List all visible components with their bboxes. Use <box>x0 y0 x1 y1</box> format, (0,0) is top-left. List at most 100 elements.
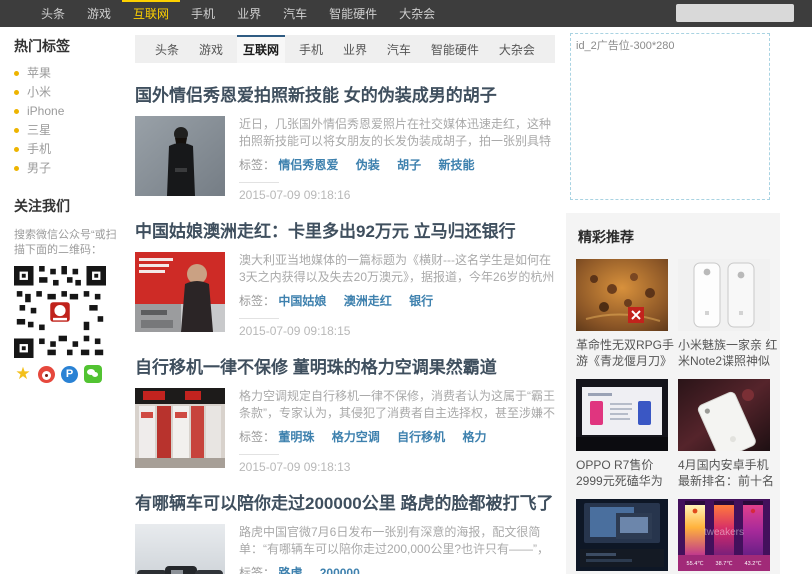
article-thumbnail[interactable] <box>135 388 225 468</box>
thermal-temp: 55.4℃ <box>687 560 704 567</box>
article-timestamp: 2015-07-09 09:18:13 <box>239 460 555 474</box>
tag-label: 苹果 <box>27 68 51 79</box>
tags-label: 标签： <box>239 294 275 308</box>
article-tag-link[interactable]: 情侣秀恩爱 <box>278 158 338 172</box>
recommendations-panel: 精彩推荐 革命性无双RPG手游《青龙偃月刀》官网正 <box>566 213 780 574</box>
ad-placeholder[interactable]: id_2广告位-300*280 <box>570 33 770 200</box>
tab-shouji[interactable]: 手机 <box>293 35 329 63</box>
search-box[interactable] <box>676 4 794 22</box>
thermal-watermark: tweakers <box>704 527 744 538</box>
recommendations-title: 精彩推荐 <box>578 227 770 247</box>
article-desc: 格力空调规定自行移机一律不保修，消费者认为这属于“霸王条款”，专家认为，其侵犯了… <box>239 388 555 422</box>
article-title[interactable]: 中国姑娘澳洲走红：卡里多出92万元 立马归还银行 <box>135 217 555 242</box>
article-tags: 标签： 路虎 200000 <box>239 564 555 574</box>
article-tag-link[interactable]: 胡子 <box>397 158 421 172</box>
tag-item[interactable]: 小米 <box>14 87 124 98</box>
weibo-icon[interactable] <box>38 366 55 383</box>
article-tag-link[interactable]: 新技能 <box>438 158 474 172</box>
tag-item[interactable]: iPhone <box>14 106 124 117</box>
tags-label: 标签： <box>239 158 275 172</box>
reco-caption[interactable]: 4月国内安卓手机最新排名：前十名居然不全 <box>678 457 778 489</box>
qr-code <box>14 266 106 358</box>
tag-label: 小米 <box>27 87 51 98</box>
nav-item-hulianwang[interactable]: 互联网 <box>122 0 180 27</box>
reco-image-collage <box>576 499 668 571</box>
article-desc: 澳大利亚当地媒体的一篇标题为《横财---这名学生是如何在3天之内获得以及失去20… <box>239 252 555 286</box>
tab-toutiao[interactable]: 头条 <box>149 35 185 63</box>
wechat-icon[interactable] <box>84 365 102 383</box>
article-item: 中国姑娘澳洲走红：卡里多出92万元 立马归还银行 <box>135 217 555 335</box>
reco-item[interactable]: tweakers 55.4℃ 38.7℃ 43.2℃ 高通骁龙同功率发热 <box>678 499 770 574</box>
tab-youxi[interactable]: 游戏 <box>193 35 229 63</box>
divider <box>239 318 279 319</box>
recommendations-grid: 革命性无双RPG手游《青龙偃月刀》官网正 小米魅族一家亲 红米Note2谍照神似… <box>576 259 770 574</box>
nav-item-dazahui[interactable]: 大杂会 <box>388 0 446 27</box>
category-tabs: 头条 游戏 互联网 手机 业界 汽车 智能硬件 大杂会 <box>135 35 555 63</box>
article-tag-link[interactable]: 伪装 <box>356 158 380 172</box>
tag-item[interactable]: 苹果 <box>14 68 124 79</box>
article-tag-link[interactable]: 格力空调 <box>332 430 380 444</box>
article-thumbnail[interactable] <box>135 524 225 574</box>
article-title[interactable]: 有哪辆车可以陪你走过200000公里 路虎的脸都被打飞了 <box>135 489 555 514</box>
reco-item[interactable]: 4月国内安卓手机最新排名：前十名居然不全 <box>678 379 770 489</box>
reco-item[interactable]: OPPO R7售价2999元死磕华为P8 这么贵真的卖 <box>576 379 668 489</box>
tab-yejie[interactable]: 业界 <box>337 35 373 63</box>
tags-label: 标签： <box>239 566 275 574</box>
article-tag-link[interactable]: 澳洲走红 <box>344 294 392 308</box>
bullet-icon <box>14 109 19 114</box>
nav-item-yejie[interactable]: 业界 <box>226 0 272 27</box>
reco-image-white-phone <box>678 379 770 451</box>
reco-caption[interactable]: 小米魅族一家亲 红米Note2谍照神似MX5 <box>678 337 778 369</box>
pengyou-icon[interactable]: P <box>61 366 78 383</box>
qzone-icon[interactable]: ★ <box>14 365 32 383</box>
nav-item-qiche[interactable]: 汽车 <box>272 0 318 27</box>
main-column: 头条 游戏 互联网 手机 业界 汽车 智能硬件 大杂会 国外情侣秀恩爱拍照新技能… <box>135 35 555 574</box>
nav-item-zhinengyingjian[interactable]: 智能硬件 <box>318 0 388 27</box>
page: 头条 游戏 互联网 手机 业界 汽车 智能硬件 大杂会 热门标签 苹果 小米 i… <box>0 0 812 574</box>
tab-hulianwang[interactable]: 互联网 <box>237 35 285 63</box>
tag-item[interactable]: 三星 <box>14 125 124 136</box>
article-item: 国外情侣秀恩爱拍照新技能 女的伪装成男的胡子 近日，几张国外情侣秀恩爱照片在社交… <box>135 81 555 199</box>
reco-image-thermal: tweakers 55.4℃ 38.7℃ 43.2℃ <box>678 499 770 571</box>
article-item: 有哪辆车可以陪你走过200000公里 路虎的脸都被打飞了 <box>135 489 555 574</box>
article-title[interactable]: 国外情侣秀恩爱拍照新技能 女的伪装成男的胡子 <box>135 81 555 106</box>
tag-item[interactable]: 手机 <box>14 144 124 155</box>
article-item: 自行移机一律不保修 董明珠的格力空调果然霸道 <box>135 353 555 471</box>
article-title[interactable]: 自行移机一律不保修 董明珠的格力空调果然霸道 <box>135 353 555 378</box>
nav-item-shouji[interactable]: 手机 <box>180 0 226 27</box>
article-tag-link[interactable]: 中国姑娘 <box>278 294 326 308</box>
reco-image-slide <box>576 379 668 451</box>
article-tags: 标签： 情侣秀恩爱 伪装 胡子 新技能 <box>239 156 555 173</box>
nav-item-toutiao[interactable]: 头条 <box>30 0 76 27</box>
reco-image-phones <box>678 259 770 331</box>
tag-label: 三星 <box>27 125 51 136</box>
tag-item[interactable]: 男子 <box>14 163 124 174</box>
article-tag-link[interactable]: 自行移机 <box>397 430 445 444</box>
thermal-temp: 43.2℃ <box>745 560 762 567</box>
reco-caption[interactable]: OPPO R7售价2999元死磕华为P8 这么贵真的卖 <box>576 457 676 489</box>
reco-image-game <box>576 259 668 331</box>
reco-item[interactable]: 革命性无双RPG手游《青龙偃月刀》官网正 <box>576 259 668 369</box>
article-tag-link[interactable]: 银行 <box>409 294 433 308</box>
bullet-icon <box>14 166 19 171</box>
wechat-bubble <box>92 372 98 377</box>
ad-label: id_2广告位-300*280 <box>571 34 769 56</box>
article-thumbnail[interactable] <box>135 252 225 332</box>
reco-caption[interactable]: 革命性无双RPG手游《青龙偃月刀》官网正 <box>576 337 676 369</box>
article-tag-link[interactable]: 200000 <box>320 566 360 574</box>
reco-item[interactable]: 小米魅族一家亲 红米Note2谍照神似MX5 <box>678 259 770 369</box>
tab-qiche[interactable]: 汽车 <box>381 35 417 63</box>
nav-item-youxi[interactable]: 游戏 <box>76 0 122 27</box>
article-tag-link[interactable]: 董明珠 <box>278 430 314 444</box>
top-nav-items: 头条 游戏 互联网 手机 业界 汽车 智能硬件 大杂会 <box>30 0 446 27</box>
article-timestamp: 2015-07-09 09:18:16 <box>239 188 555 202</box>
tag-label: 手机 <box>27 144 51 155</box>
top-nav: 头条 游戏 互联网 手机 业界 汽车 智能硬件 大杂会 <box>0 0 812 27</box>
article-tag-link[interactable]: 格力 <box>462 430 486 444</box>
article-thumbnail[interactable] <box>135 116 225 196</box>
search-input[interactable] <box>676 6 812 20</box>
tab-zhinengyingjian[interactable]: 智能硬件 <box>425 35 485 63</box>
tab-dazahui[interactable]: 大杂会 <box>493 35 541 63</box>
reco-item[interactable]: 雷军晒兄弟烤机OPPO <box>576 499 668 574</box>
article-tag-link[interactable]: 路虎 <box>278 566 302 574</box>
